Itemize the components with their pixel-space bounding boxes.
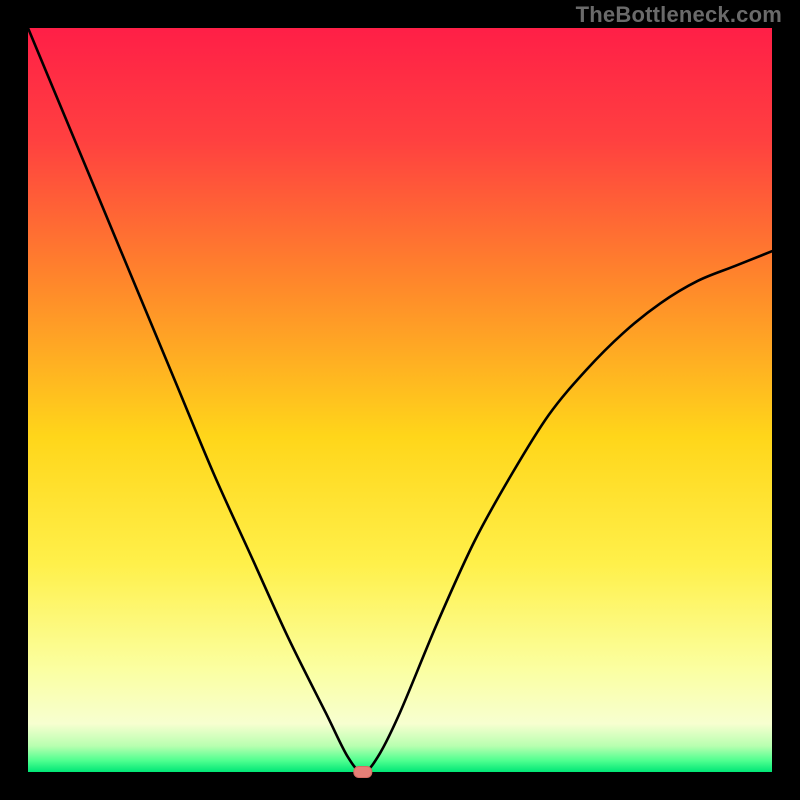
plot-background xyxy=(28,28,772,772)
chart-svg xyxy=(0,0,800,800)
chart-frame: { "watermark": "TheBottleneck.com", "col… xyxy=(0,0,800,800)
optimal-marker xyxy=(354,767,372,778)
